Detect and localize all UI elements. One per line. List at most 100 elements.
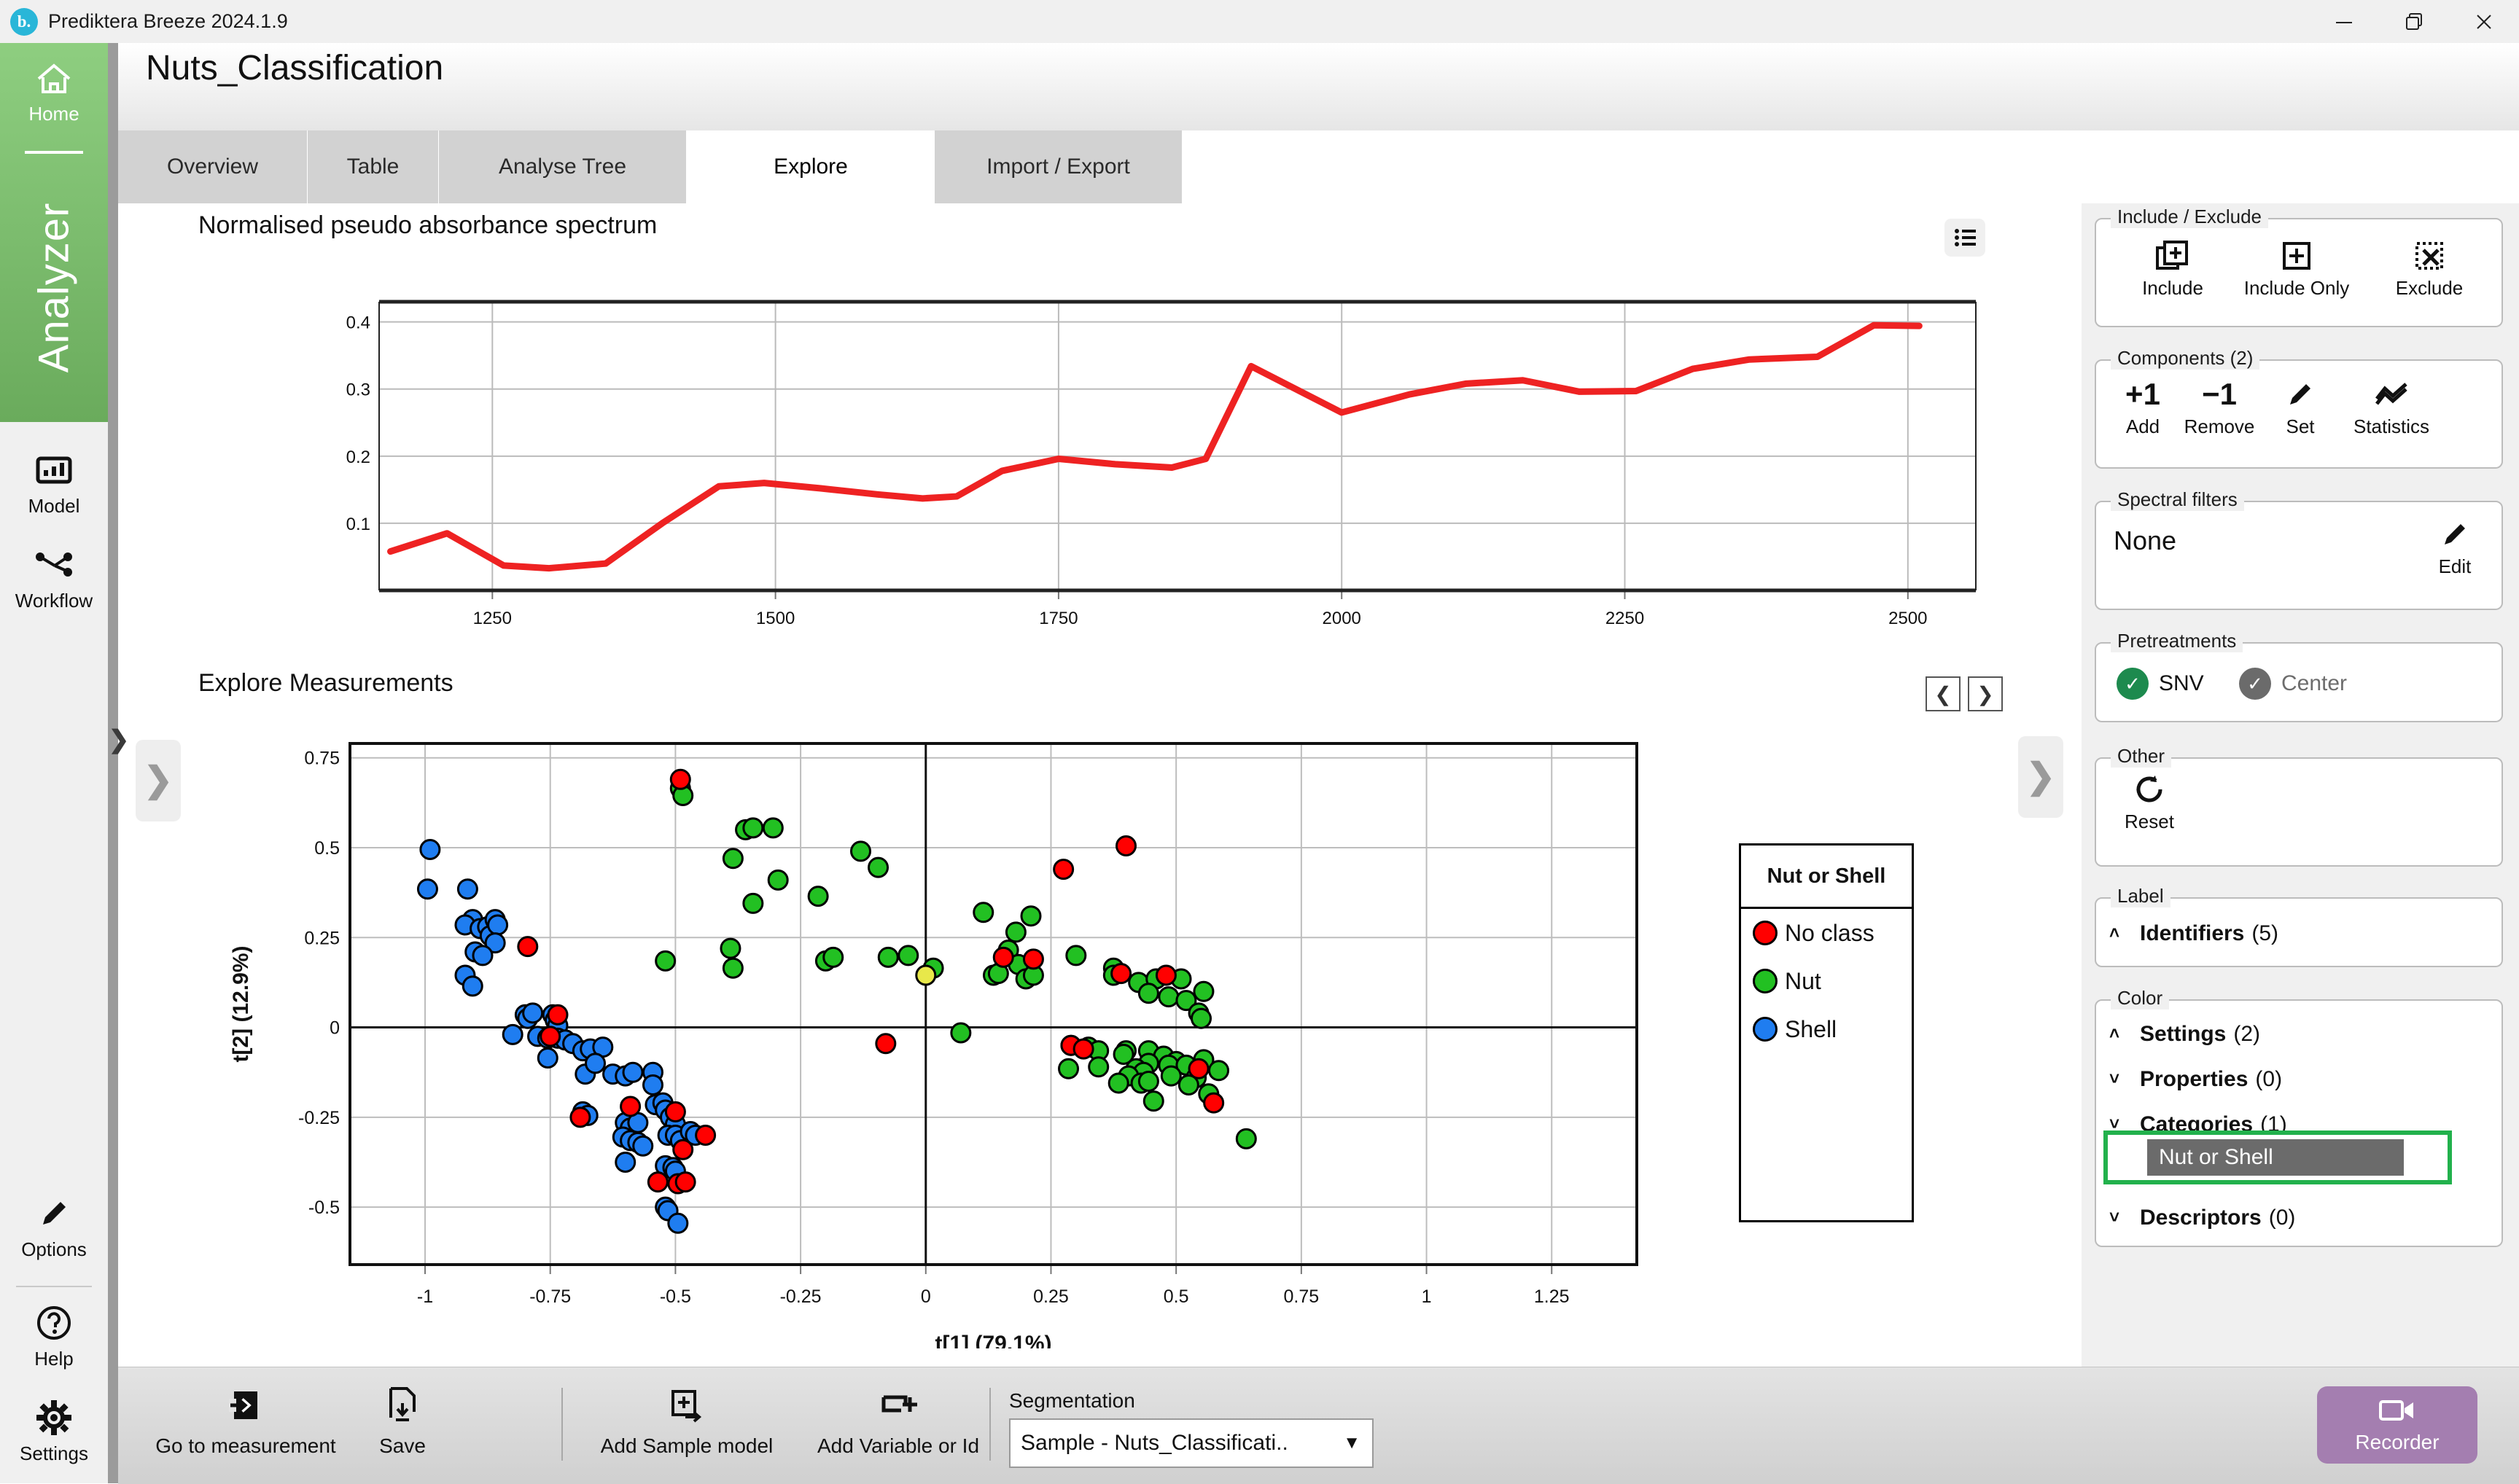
tab-overview[interactable]: Overview <box>118 130 308 203</box>
check-icon: ✓ <box>2117 668 2149 700</box>
svg-text:-0.25: -0.25 <box>780 1286 822 1307</box>
recorder-button[interactable]: Recorder <box>2317 1386 2477 1464</box>
reset-label: Reset <box>2125 811 2174 833</box>
pretreatment-center[interactable]: ✓ Center <box>2239 644 2347 724</box>
include-only-button[interactable]: Include Only <box>2224 237 2370 300</box>
segmentation-select[interactable]: Sample - Nuts_Classificati.. ▼ <box>1009 1418 1374 1468</box>
rail-item-help[interactable]: Help <box>0 1304 108 1370</box>
add-sample-model-button[interactable]: Add Sample model <box>585 1382 789 1458</box>
color-group: Color ˄ Settings (2) ˅ Properties (0) ˅ … <box>2095 999 2503 1247</box>
remove-label: Remove <box>2184 415 2255 438</box>
include-button[interactable]: Include <box>2125 237 2220 300</box>
minimize-icon[interactable] <box>2309 0 2379 43</box>
tab-analyse-tree[interactable]: Analyse Tree <box>439 130 687 203</box>
exclude-label: Exclude <box>2396 277 2464 300</box>
legend-item-label: Nut <box>1785 968 1821 995</box>
statistics-button[interactable]: Statistics <box>2333 375 2450 438</box>
group-title: Color <box>2111 987 2169 1009</box>
tab-table[interactable]: Table <box>308 130 439 203</box>
rail-item-label: Options <box>21 1238 87 1261</box>
rail-item-label: Workflow <box>15 590 93 612</box>
tree-row-settings[interactable]: ˄ Settings (2) <box>2096 1011 2515 1058</box>
go-to-measurement-icon <box>226 1382 265 1429</box>
add-sample-model-label: Add Sample model <box>601 1434 774 1458</box>
left-panel-expand-button[interactable]: ❯ <box>136 740 181 821</box>
tree-row-identifiers[interactable]: ˄ Identifiers (5) <box>2096 899 2502 969</box>
save-icon <box>384 1382 421 1429</box>
set-label: Set <box>2286 415 2314 438</box>
tree-row-label: Settings <box>2140 1022 2226 1047</box>
window-title: Prediktera Breeze 2024.1.9 <box>48 10 288 33</box>
pencil-icon <box>36 1195 72 1233</box>
rail-item-home[interactable]: Home <box>0 59 108 125</box>
right-sidebar: Include / Exclude Include Include Only E… <box>2082 203 2519 1367</box>
legend-item-nut[interactable]: Nut <box>1741 957 1912 1005</box>
add-sample-model-icon <box>666 1382 707 1429</box>
legend-item-shell[interactable]: Shell <box>1741 1005 1912 1053</box>
group-title: Spectral filters <box>2111 488 2244 511</box>
chevron-right-icon[interactable]: ❯ <box>1968 676 2003 711</box>
svg-text:1750: 1750 <box>1039 609 1078 628</box>
window-title-bar: b. Prediktera Breeze 2024.1.9 <box>0 0 2519 44</box>
explore-scatter-chart[interactable]: 0.750.50.250-0.25-0.5-1-0.75-0.5-0.2500.… <box>204 722 1735 1348</box>
go-to-measurement-button[interactable]: Go to measurement <box>140 1382 351 1458</box>
include-label: Include <box>2142 277 2203 300</box>
other-group: Other Reset <box>2095 757 2503 867</box>
rail-item-model[interactable]: Model <box>0 451 108 518</box>
pretreatment-snv[interactable]: ✓ SNV <box>2117 644 2204 724</box>
svg-text:0.75: 0.75 <box>304 749 340 769</box>
remove-component-button[interactable]: −1 Remove <box>2176 375 2262 438</box>
rail-divider-2 <box>16 1286 92 1287</box>
save-button[interactable]: Save <box>359 1382 446 1458</box>
rail-item-workflow[interactable]: Workflow <box>0 546 108 612</box>
chevron-up-icon: ˄ <box>2109 1024 2140 1044</box>
include-exclude-group: Include / Exclude Include Include Only E… <box>2095 218 2503 327</box>
tab-explore[interactable]: Explore <box>687 130 935 203</box>
svg-text:0.1: 0.1 <box>346 515 370 534</box>
chevron-left-icon[interactable]: ❮ <box>1926 676 1961 711</box>
rail-item-settings[interactable]: Settings <box>0 1399 108 1465</box>
tree-row-label: Properties <box>2140 1067 2248 1092</box>
restore-icon[interactable] <box>2379 0 2449 43</box>
svg-text:-0.25: -0.25 <box>298 1108 340 1128</box>
rail-collapse-handle[interactable]: ❯ <box>111 725 127 754</box>
legend-item-no-class[interactable]: No class <box>1741 909 1912 957</box>
selected-category-item[interactable]: Nut or Shell <box>2147 1139 2404 1176</box>
home-icon <box>34 59 74 97</box>
rail-item-options[interactable]: Options <box>0 1195 108 1261</box>
svg-text:0.75: 0.75 <box>1284 1286 1320 1307</box>
question-circle-icon <box>35 1304 73 1342</box>
set-components-button[interactable]: Set <box>2267 375 2333 438</box>
add-component-button[interactable]: +1 Add <box>2109 375 2176 438</box>
components-group: Components (2) +1 Add −1 Remove Set Stat… <box>2095 359 2503 469</box>
tab-import-export[interactable]: Import / Export <box>935 130 1183 203</box>
legend-item-label: No class <box>1785 920 1874 947</box>
svg-text:t[1] (79.1%): t[1] (79.1%) <box>935 1332 1051 1348</box>
svg-text:1500: 1500 <box>756 609 795 628</box>
spectrum-chart[interactable]: 0.10.20.30.4125015001750200022502500 <box>292 292 1983 641</box>
list-icon[interactable] <box>1944 219 1985 257</box>
toolbar-divider-2 <box>989 1388 991 1461</box>
right-panel-expand-button[interactable]: ❯ <box>2018 736 2063 818</box>
rail-item-label: Help <box>34 1348 73 1370</box>
add-variable-button[interactable]: Add Variable or Id <box>796 1382 1000 1458</box>
tree-row-descriptors[interactable]: ˅ Descriptors (0) <box>2096 1195 2515 1241</box>
reset-button[interactable]: Reset <box>2109 770 2189 833</box>
rail-item-label: Settings <box>20 1442 88 1465</box>
save-label: Save <box>379 1434 426 1458</box>
rail-edge-handle[interactable] <box>108 43 118 1483</box>
spectral-filters-edit-button[interactable]: Edit <box>2421 515 2488 578</box>
tree-row-count: (5) <box>2251 921 2278 946</box>
include-only-icon <box>2278 237 2315 275</box>
close-icon[interactable] <box>2449 0 2519 43</box>
tree-row-properties[interactable]: ˅ Properties (0) <box>2096 1056 2515 1103</box>
tree-row-label: Descriptors <box>2140 1206 2262 1230</box>
svg-text:t[2] (12.9%): t[2] (12.9%) <box>229 945 253 1062</box>
video-camera-icon <box>2378 1397 2416 1428</box>
statistics-label: Statistics <box>2353 415 2429 438</box>
legend-item-label: Shell <box>1785 1016 1837 1043</box>
svg-text:0.25: 0.25 <box>1033 1286 1069 1307</box>
tree-row-count: (2) <box>2233 1022 2260 1047</box>
explore-chart-title: Explore Measurements <box>198 669 453 698</box>
exclude-button[interactable]: Exclude <box>2375 237 2484 300</box>
